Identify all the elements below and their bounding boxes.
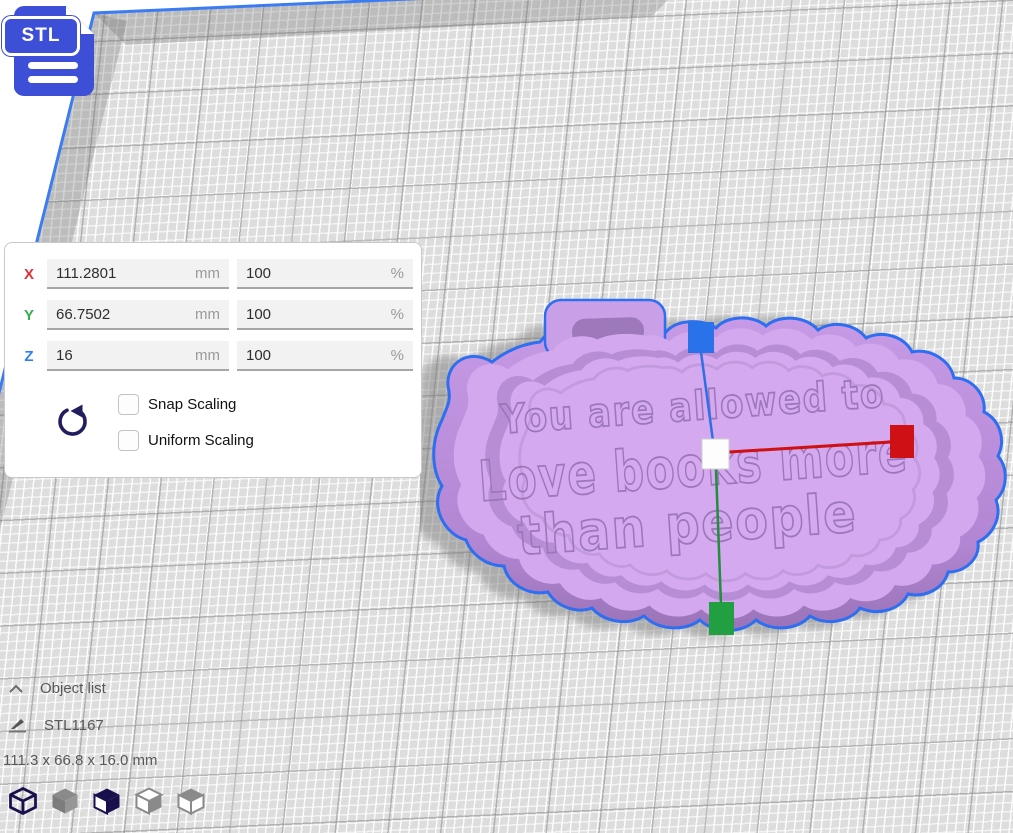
x-size-input[interactable]: 111.2801 mm [47,259,229,289]
camera-view-toolbar [6,786,207,818]
snap-scaling-row: Snap Scaling [118,394,236,415]
scale-row-y: Y 66.7502 mm 100 % [19,300,413,330]
uniform-scaling-checkbox[interactable] [118,430,139,451]
mesh-type-icon [8,716,28,734]
axis-y-label: Y [19,307,39,324]
snap-scaling-checkbox[interactable] [118,394,139,415]
x-size-unit: mm [195,265,220,282]
stl-file-watermark: STL [2,2,102,98]
view-top-button[interactable] [90,786,123,818]
stl-badge: STL [2,16,80,56]
y-percent-input[interactable]: 100 % [237,300,413,330]
z-size-input[interactable]: 16 mm [47,341,229,371]
reset-icon [53,402,93,442]
view-left-button[interactable] [132,786,165,818]
y-scale-handle[interactable] [709,602,734,635]
view-3d-button[interactable] [6,786,39,818]
z-percent-unit: % [391,347,404,364]
uniform-scaling-label: Uniform Scaling [148,432,254,449]
front-view-icon [50,787,80,815]
viewport-3d[interactable]: You are allowed to Love books more than … [0,0,1013,833]
object-name: STL1167 [44,717,104,734]
snap-scaling-label: Snap Scaling [148,396,236,413]
reset-scale-button[interactable] [51,401,95,445]
scale-row-z: Z 16 mm 100 % [19,341,413,371]
top-view-icon [92,787,122,815]
uniform-scaling-row: Uniform Scaling [118,430,254,451]
axis-x-label: X [19,266,39,283]
x-percent-unit: % [391,265,404,282]
x-scale-handle[interactable] [890,425,914,458]
z-scale-handle[interactable] [688,322,714,353]
x-percent-input[interactable]: 100 % [237,259,413,289]
z-size-unit: mm [195,347,220,364]
object-list-item[interactable]: STL1167 [8,716,104,734]
y-size-input[interactable]: 66.7502 mm [47,300,229,330]
axis-z-label: Z [19,348,39,365]
object-list-title: Object list [40,680,106,697]
view-right-button[interactable] [174,786,207,818]
view-front-button[interactable] [48,786,81,818]
3d-view-icon [8,787,38,815]
scale-row-x: X 111.2801 mm 100 % [19,259,413,289]
model-canvas[interactable]: You are allowed to Love books more than … [420,268,1013,663]
model-dimensions: 111.3 x 66.8 x 16.0 mm [3,752,158,769]
scale-tool-panel: X 111.2801 mm 100 % Y 66.7502 mm 100 [4,242,422,478]
center-scale-handle[interactable] [702,439,729,469]
y-size-unit: mm [195,306,220,323]
right-view-icon [176,787,206,815]
chevron-up-icon [8,684,24,694]
y-percent-unit: % [391,306,404,323]
object-list-header[interactable]: Object list [8,680,106,697]
z-percent-input[interactable]: 100 % [237,341,413,371]
left-view-icon [134,787,164,815]
